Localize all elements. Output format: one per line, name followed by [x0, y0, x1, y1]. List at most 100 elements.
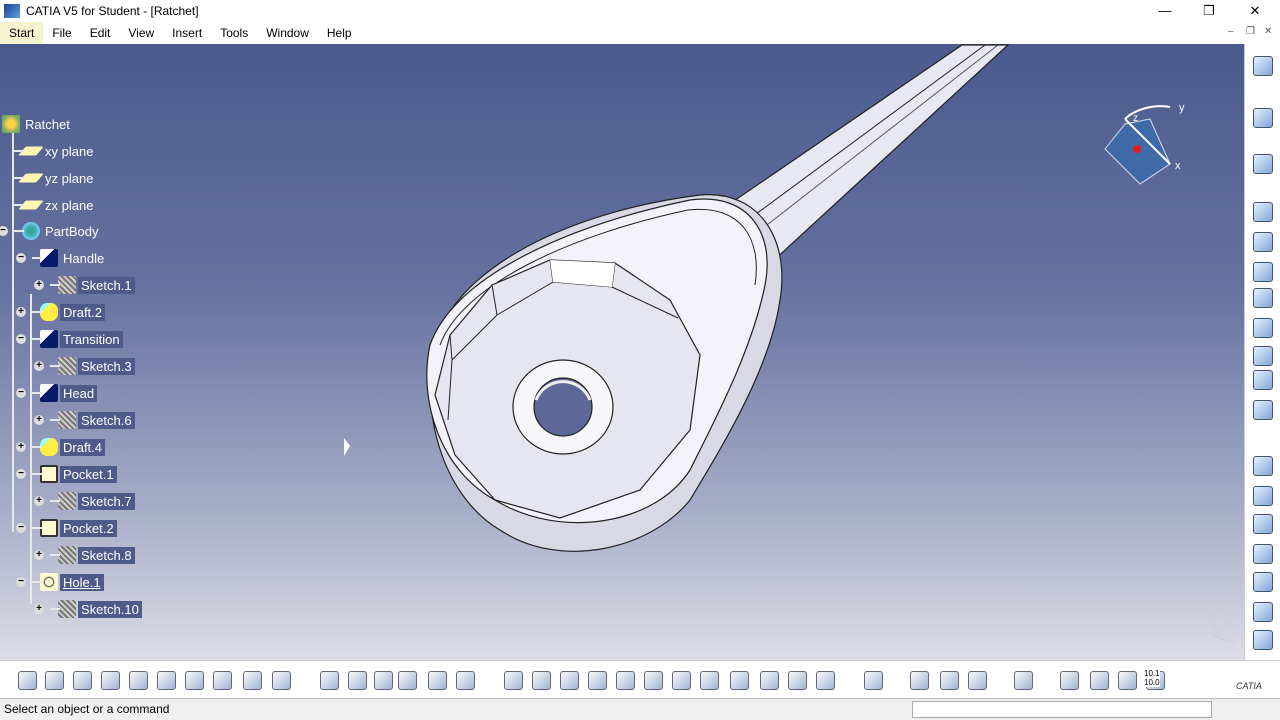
lock-icon[interactable]: [428, 671, 447, 690]
tree-node-draft-4[interactable]: Draft.4: [40, 437, 106, 457]
cut-icon[interactable]: [129, 671, 148, 690]
collapse-icon[interactable]: −: [16, 334, 26, 344]
measure-icon[interactable]: [864, 671, 883, 690]
tree-node-hole-1[interactable]: Hole.1: [40, 572, 104, 592]
compass[interactable]: y z x: [1095, 99, 1195, 189]
manipulate-icon[interactable]: [1060, 671, 1079, 690]
menu-edit[interactable]: Edit: [81, 22, 120, 44]
tree-node-sketch-8[interactable]: Sketch.8: [58, 545, 135, 565]
groove-icon[interactable]: [1253, 288, 1273, 308]
menu-insert[interactable]: Insert: [163, 22, 211, 44]
pocket-icon[interactable]: [1253, 232, 1273, 252]
comment-icon[interactable]: [348, 671, 367, 690]
tree-node-pocket-1[interactable]: Pocket.1: [40, 464, 117, 484]
collapse-icon[interactable]: −: [16, 253, 26, 263]
print-icon[interactable]: [101, 671, 120, 690]
iso-view-icon[interactable]: [730, 671, 749, 690]
expand-icon[interactable]: +: [16, 442, 26, 452]
zoom-in-icon[interactable]: [616, 671, 635, 690]
menu-tools[interactable]: Tools: [211, 22, 257, 44]
close-button[interactable]: ✕: [1232, 0, 1278, 22]
table-icon[interactable]: [398, 671, 417, 690]
thread-icon[interactable]: [1253, 630, 1273, 650]
collapse-icon[interactable]: −: [16, 388, 26, 398]
expand-icon[interactable]: +: [34, 604, 44, 614]
sketcher-icon[interactable]: [1253, 154, 1273, 174]
mass-icon[interactable]: [940, 671, 959, 690]
rib-icon[interactable]: [1253, 346, 1273, 366]
doc-close-button[interactable]: ✕: [1264, 26, 1272, 37]
new-icon[interactable]: [18, 671, 37, 690]
tree-node-transition[interactable]: Transition: [40, 329, 123, 349]
menu-window[interactable]: Window: [257, 22, 318, 44]
3d-viewport[interactable]: Ratchet xy plane yz plane zx plane PartBody −…: [0, 44, 1244, 660]
multi-sections-icon[interactable]: [1253, 456, 1273, 476]
save-icon[interactable]: [73, 671, 92, 690]
hole-icon[interactable]: [1253, 318, 1273, 338]
multi-view-icon[interactable]: [700, 671, 719, 690]
fly-icon[interactable]: [504, 671, 523, 690]
axis-icon[interactable]: [1090, 671, 1109, 690]
tree-node-xy-plane[interactable]: xy plane: [18, 141, 96, 161]
zoom-out-icon[interactable]: [644, 671, 663, 690]
units-icon[interactable]: [1118, 671, 1137, 690]
thickness-icon[interactable]: [1253, 602, 1273, 622]
tree-node-draft-2[interactable]: Draft.2: [40, 302, 106, 322]
whats-this-icon[interactable]: [272, 671, 291, 690]
ratchet-model[interactable]: [0, 44, 1244, 660]
expand-icon[interactable]: +: [34, 280, 44, 290]
fit-all-icon[interactable]: [532, 671, 551, 690]
tree-node-yz-plane[interactable]: yz plane: [18, 168, 96, 188]
stiffener-icon[interactable]: [1253, 400, 1273, 420]
tree-node-head[interactable]: Head: [40, 383, 98, 403]
normal-view-icon[interactable]: [672, 671, 691, 690]
restore-button[interactable]: ❐: [1186, 0, 1232, 22]
apply-material-icon[interactable]: [910, 671, 929, 690]
menu-file[interactable]: File: [43, 22, 80, 44]
capture-icon[interactable]: [968, 671, 987, 690]
settings-icon[interactable]: [1253, 56, 1273, 76]
formula-icon[interactable]: [320, 671, 339, 690]
tree-node-sketch-3[interactable]: Sketch.3: [58, 356, 135, 376]
collapse-icon[interactable]: −: [16, 469, 26, 479]
select-icon[interactable]: [1253, 108, 1273, 128]
expand-icon[interactable]: +: [34, 496, 44, 506]
undo-icon[interactable]: [213, 671, 232, 690]
tree-node-ratchet[interactable]: Ratchet: [2, 114, 73, 134]
swap-view-icon[interactable]: [816, 671, 835, 690]
expand-icon[interactable]: +: [34, 415, 44, 425]
fillet-icon[interactable]: [1253, 486, 1273, 506]
tree-node-zx-plane[interactable]: zx plane: [18, 195, 96, 215]
minimize-button[interactable]: —: [1142, 0, 1188, 22]
draft-icon[interactable]: [1253, 544, 1273, 564]
shell-icon[interactable]: [1253, 572, 1273, 592]
link-icon[interactable]: [374, 671, 393, 690]
tree-node-sketch-1[interactable]: Sketch.1: [58, 275, 135, 295]
expand-icon[interactable]: +: [34, 361, 44, 371]
command-input[interactable]: [912, 701, 1212, 718]
slot-icon[interactable]: [1253, 370, 1273, 390]
menu-view[interactable]: View: [119, 22, 163, 44]
sketch-analysis-icon[interactable]: [1014, 671, 1033, 690]
tree-node-partbody[interactable]: PartBody: [22, 221, 101, 241]
menu-help[interactable]: Help: [318, 22, 361, 44]
tree-node-sketch-7[interactable]: Sketch.7: [58, 491, 135, 511]
pan-icon[interactable]: [560, 671, 579, 690]
hide-show-icon[interactable]: [788, 671, 807, 690]
render-style-icon[interactable]: [760, 671, 779, 690]
menu-start[interactable]: Start: [0, 22, 44, 44]
doc-minimize-button[interactable]: –: [1228, 26, 1234, 37]
tree-node-sketch-6[interactable]: Sketch.6: [58, 410, 135, 430]
rotate-icon[interactable]: [588, 671, 607, 690]
expand-icon[interactable]: +: [34, 550, 44, 560]
redo-icon[interactable]: [243, 671, 262, 690]
expand-icon[interactable]: +: [16, 307, 26, 317]
collapse-icon[interactable]: −: [16, 523, 26, 533]
paste-icon[interactable]: [185, 671, 204, 690]
collapse-icon[interactable]: −: [16, 577, 26, 587]
parameters-icon[interactable]: [456, 671, 475, 690]
pad-icon[interactable]: [1253, 202, 1273, 222]
doc-restore-button[interactable]: ❐: [1246, 26, 1255, 37]
shaft-icon[interactable]: [1253, 262, 1273, 282]
tree-node-sketch-10[interactable]: Sketch.10: [58, 599, 142, 619]
